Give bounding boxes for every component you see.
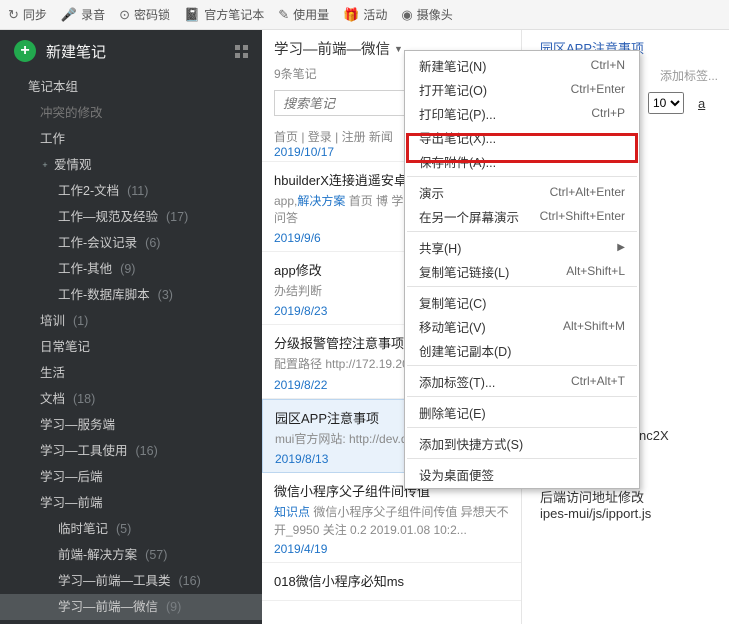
sidebar-item[interactable]: 生活: [0, 360, 262, 386]
sidebar-item[interactable]: 学习—前端—工具类(16): [0, 568, 262, 594]
sidebar-item[interactable]: 工作—规范及经验(17): [0, 204, 262, 230]
top-toolbar: ↻同步 🎤录音 ⊙密码锁 📓官方笔记本 ✎使用量 🎁活动 ◉ 摄像头: [0, 0, 729, 30]
menu-item[interactable]: 导出笔记(X)...: [405, 125, 639, 149]
highlight-line1: 后端访问地址修改: [540, 487, 729, 506]
usage-icon: ✎: [278, 7, 289, 23]
lock-icon: ⊙: [119, 7, 130, 23]
notebook-tree: 笔记本组冲突的修改工作+爱情观工作2-文档(11)工作—规范及经验(17)工作-…: [0, 72, 262, 624]
menu-item[interactable]: 设为桌面便签: [405, 462, 639, 486]
camera-button[interactable]: ◉ 摄像头: [401, 6, 452, 23]
menu-item[interactable]: 删除笔记(E): [405, 400, 639, 424]
sidebar-item[interactable]: 临时笔记(5): [0, 516, 262, 542]
activity-button[interactable]: 🎁活动: [343, 6, 387, 23]
sync-icon: ↻: [8, 7, 19, 23]
highlight-line2: ipes-mui/js/ipport.js: [540, 506, 729, 521]
official-label: 官方笔记本: [204, 6, 264, 23]
plus-icon: +: [14, 40, 36, 62]
lock-label: 密码锁: [134, 6, 170, 23]
menu-item[interactable]: 演示Ctrl+Alt+Enter: [405, 180, 639, 204]
sidebar-item[interactable]: 冲突的修改: [0, 100, 262, 126]
add-tag-label[interactable]: 添加标签...: [660, 67, 729, 84]
sidebar-item[interactable]: 笔记本组: [0, 74, 262, 100]
record-label: 录音: [81, 6, 105, 23]
sidebar-item[interactable]: 工作2-文档(11): [0, 178, 262, 204]
sidebar-item[interactable]: 学习—工具使用(16): [0, 438, 262, 464]
menu-item[interactable]: 创建笔记副本(D): [405, 338, 639, 362]
mic-icon: 🎤: [61, 7, 77, 23]
new-note-button[interactable]: + 新建笔记: [0, 30, 262, 72]
gift-icon: 🎁: [343, 7, 359, 23]
font-size-select[interactable]: 10: [648, 92, 684, 114]
menu-item[interactable]: 打开笔记(O)Ctrl+Enter: [405, 77, 639, 101]
sidebar-item[interactable]: 工作-其他(9): [0, 256, 262, 282]
note-item[interactable]: 018微信小程序必知ms: [262, 563, 521, 601]
chevron-down-icon: ▼: [394, 44, 403, 54]
notebook-icon: 📓: [184, 7, 200, 23]
sidebar: + 新建笔记 笔记本组冲突的修改工作+爱情观工作2-文档(11)工作—规范及经验…: [0, 30, 262, 624]
camera-label: 摄像头: [417, 6, 453, 23]
sidebar-item[interactable]: 培训(1): [0, 308, 262, 334]
official-button[interactable]: 📓官方笔记本: [184, 6, 264, 23]
view-grid-icon[interactable]: [235, 45, 248, 58]
camera-icon: ◉: [401, 7, 412, 23]
sidebar-item[interactable]: 前端-解决方案(57): [0, 542, 262, 568]
menu-item[interactable]: 保存附件(A)...: [405, 149, 639, 173]
activity-label: 活动: [363, 6, 387, 23]
menu-item[interactable]: 新建笔记(N)Ctrl+N: [405, 53, 639, 77]
menu-item[interactable]: 复制笔记(C): [405, 290, 639, 314]
sidebar-item[interactable]: 学习—前端—微信(9): [0, 594, 262, 620]
sidebar-item[interactable]: 文档(18): [0, 386, 262, 412]
sidebar-item[interactable]: 工作-数据库脚本(3): [0, 282, 262, 308]
sync-label: 同步: [23, 6, 47, 23]
nav-date: 2019/10/17: [274, 145, 334, 159]
sidebar-item[interactable]: 学习—后端: [0, 464, 262, 490]
usage-label: 使用量: [293, 6, 329, 23]
menu-item[interactable]: 添加标签(T)...Ctrl+Alt+T: [405, 369, 639, 393]
sidebar-item[interactable]: 工作-会议记录(6): [0, 230, 262, 256]
menu-item[interactable]: 共享(H)▶: [405, 235, 639, 259]
sidebar-item[interactable]: 学习—前端: [0, 490, 262, 516]
underline-button[interactable]: a: [698, 96, 705, 111]
usage-button[interactable]: ✎使用量: [278, 6, 329, 23]
nav-links[interactable]: 首页 | 登录 | 注册 新闻: [274, 130, 393, 144]
sidebar-item[interactable]: 日常笔记: [0, 334, 262, 360]
sync-button[interactable]: ↻同步: [8, 6, 47, 23]
sidebar-item[interactable]: 学习—前端—知识点(54): [0, 620, 262, 624]
sidebar-item[interactable]: 学习—服务端: [0, 412, 262, 438]
list-title-text: 学习—前端—微信: [274, 38, 390, 59]
lock-button[interactable]: ⊙密码锁: [119, 6, 170, 23]
context-menu: 新建笔记(N)Ctrl+N打开笔记(O)Ctrl+Enter打印笔记(P)...…: [404, 50, 640, 489]
menu-item[interactable]: 打印笔记(P)...Ctrl+P: [405, 101, 639, 125]
menu-item[interactable]: 在另一个屏幕演示Ctrl+Shift+Enter: [405, 204, 639, 228]
record-button[interactable]: 🎤录音: [61, 6, 105, 23]
sidebar-item[interactable]: 工作: [0, 126, 262, 152]
menu-item[interactable]: 移动笔记(V)Alt+Shift+M: [405, 314, 639, 338]
menu-item[interactable]: 复制笔记链接(L)Alt+Shift+L: [405, 259, 639, 283]
new-note-label: 新建笔记: [46, 41, 106, 62]
sidebar-item[interactable]: +爱情观: [0, 152, 262, 178]
menu-item[interactable]: 添加到快捷方式(S): [405, 431, 639, 455]
